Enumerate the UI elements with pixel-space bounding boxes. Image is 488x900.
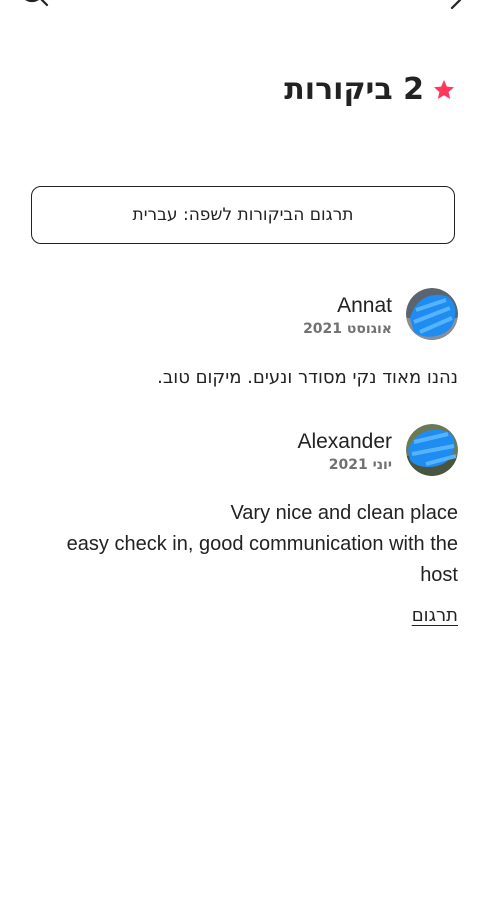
back-icon[interactable] [446,0,468,10]
star-icon [434,79,454,99]
review-text-line: נהנו מאוד נקי מסודר ונעים. מיקום טוב. [157,367,458,388]
review-date: יוני 2021 [328,457,392,473]
review-date: אוגוסט 2021 [303,321,392,337]
review-header: Alexander יוני 2021 [30,424,458,480]
review-text: Vary nice and clean place easy check in,… [30,498,458,591]
review-text-line: host [420,564,458,586]
review-item: Alexander יוני 2021 Vary nice and clean … [30,424,458,626]
page-title: 2 ביקורות [284,72,424,107]
review-item: Annat אוגוסט 2021 נהנו מאוד נקי מסודר ונ… [30,288,458,393]
top-bar [0,0,488,20]
review-header: Annat אוגוסט 2021 [30,288,458,344]
avatar[interactable] [406,424,458,476]
review-text-line: Vary nice and clean place [230,502,458,524]
reviewer-name: Annat [337,294,392,317]
review-text: נהנו מאוד נקי מסודר ונעים. מיקום טוב. [30,362,458,393]
search-icon[interactable] [14,0,50,14]
reviewer-name: Alexander [297,430,392,453]
avatar[interactable] [406,288,458,340]
translate-reviews-button[interactable]: תרגום הביקורות לשפה: עברית [31,186,455,244]
review-text-line: easy check in, good communication with t… [66,533,458,555]
reviews-heading: 2 ביקורות [284,72,456,107]
translate-review-link[interactable]: תרגום [30,605,458,626]
